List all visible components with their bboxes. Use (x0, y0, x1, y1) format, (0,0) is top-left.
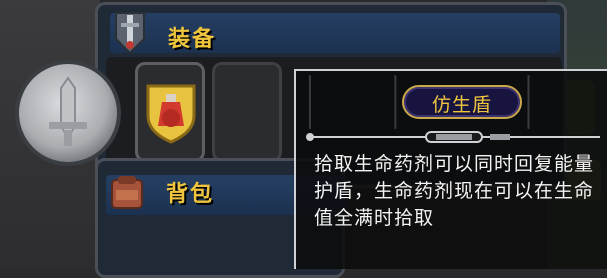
tooltip-description: 拾取生命药剂可以同时回复能量护盾，生命药剂现在可以在生命值全满时拾取 (314, 153, 595, 229)
equipment-slot-empty[interactable] (212, 62, 282, 162)
ornamental-divider-icon (306, 131, 600, 143)
tooltip-title-badge: 仿生盾 (402, 85, 522, 119)
sword-emblem-icon (49, 76, 87, 146)
item-tooltip: 仿生盾 拾取生命药剂可以同时回复能量护盾，生命药剂现在可以在生命值全满时拾取 (294, 69, 607, 269)
potion-shield-icon (146, 84, 196, 144)
backpack-icon (111, 176, 143, 209)
equipment-title: 装备 (168, 27, 217, 52)
weapon-slot[interactable] (15, 60, 121, 166)
sword-shield-icon (115, 12, 145, 55)
backpack-title: 背包 (166, 182, 215, 207)
tooltip-title: 仿生盾 (431, 94, 492, 116)
